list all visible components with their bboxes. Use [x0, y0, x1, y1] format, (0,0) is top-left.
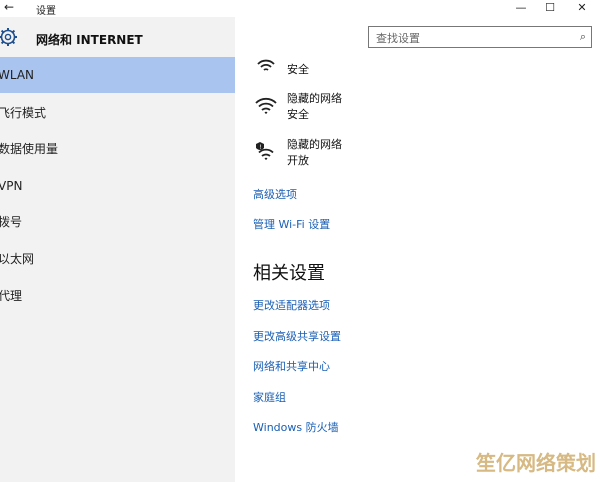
sidebar-item-dialup[interactable]: 拨号 [0, 204, 235, 240]
network-sharing-center-link[interactable]: 网络和共享中心 [253, 358, 330, 374]
sidebar-header-label: 网络和 INTERNET [36, 33, 143, 47]
wifi-network-item[interactable]: 隐藏的网络 安全 [253, 90, 453, 130]
network-status: 安全 [287, 63, 309, 76]
advanced-options-link[interactable]: 高级选项 [253, 186, 297, 202]
search-placeholder: 查找设置 [376, 32, 420, 45]
sidebar-item-wlan[interactable]: WLAN [0, 57, 235, 93]
gear-icon [0, 28, 17, 46]
maximize-button[interactable]: ☐ [534, 0, 566, 17]
minimize-button[interactable]: — [505, 0, 537, 17]
change-advanced-sharing-link[interactable]: 更改高级共享设置 [253, 328, 341, 344]
sidebar-item-label: 代理 [0, 289, 23, 303]
sidebar: 网络和 INTERNET WLAN 飞行模式 数据使用量 VPN 拨号 以太网 … [0, 17, 235, 482]
watermark-text: 笙亿网络策划 [476, 451, 596, 475]
wifi-network-item[interactable]: ! 隐藏的网络 开放 [253, 136, 453, 176]
close-button[interactable]: ✕ [566, 0, 598, 17]
main-content: 查找设置 ⌕ 安全 隐藏的网络 安全 ! 隐藏的网络 开放 高级选项 管理 Wi… [235, 17, 600, 482]
related-settings-title: 相关设置 [253, 263, 325, 284]
wifi-signal-icon [257, 59, 275, 71]
network-status: 安全 [287, 108, 309, 121]
sidebar-item-label: 飞行模式 [0, 106, 47, 120]
sidebar-item-label: 拨号 [0, 215, 23, 229]
sidebar-item-airplane-mode[interactable]: 飞行模式 [0, 95, 235, 131]
sidebar-header: 网络和 INTERNET [0, 27, 235, 53]
network-status: 开放 [287, 154, 309, 167]
network-name: 隐藏的网络 [287, 138, 342, 151]
search-icon[interactable]: ⌕ [580, 30, 586, 44]
sidebar-item-ethernet[interactable]: 以太网 [0, 241, 235, 277]
sidebar-item-label: WLAN [0, 68, 35, 82]
sidebar-item-label: 数据使用量 [0, 142, 59, 156]
windows-firewall-link[interactable]: Windows 防火墙 [253, 419, 339, 435]
window-title: 设置 [36, 6, 56, 17]
change-adapter-options-link[interactable]: 更改适配器选项 [253, 297, 330, 313]
search-input[interactable]: 查找设置 ⌕ [368, 26, 592, 48]
title-bar: ← 设置 — ☐ ✕ [0, 0, 600, 17]
sidebar-item-label: 以太网 [0, 252, 35, 266]
manage-wifi-settings-link[interactable]: 管理 Wi-Fi 设置 [253, 216, 330, 232]
sidebar-item-proxy[interactable]: 代理 [0, 278, 235, 314]
sidebar-item-vpn[interactable]: VPN [0, 168, 235, 204]
sidebar-item-data-usage[interactable]: 数据使用量 [0, 131, 235, 167]
wifi-shield-icon: ! [256, 142, 274, 160]
homegroup-link[interactable]: 家庭组 [253, 389, 286, 405]
back-arrow-icon[interactable]: ← [4, 0, 14, 14]
wifi-network-item[interactable]: 安全 [253, 53, 453, 93]
wifi-signal-icon [255, 97, 277, 114]
network-name: 隐藏的网络 [287, 92, 342, 105]
sidebar-item-label: VPN [0, 179, 23, 193]
